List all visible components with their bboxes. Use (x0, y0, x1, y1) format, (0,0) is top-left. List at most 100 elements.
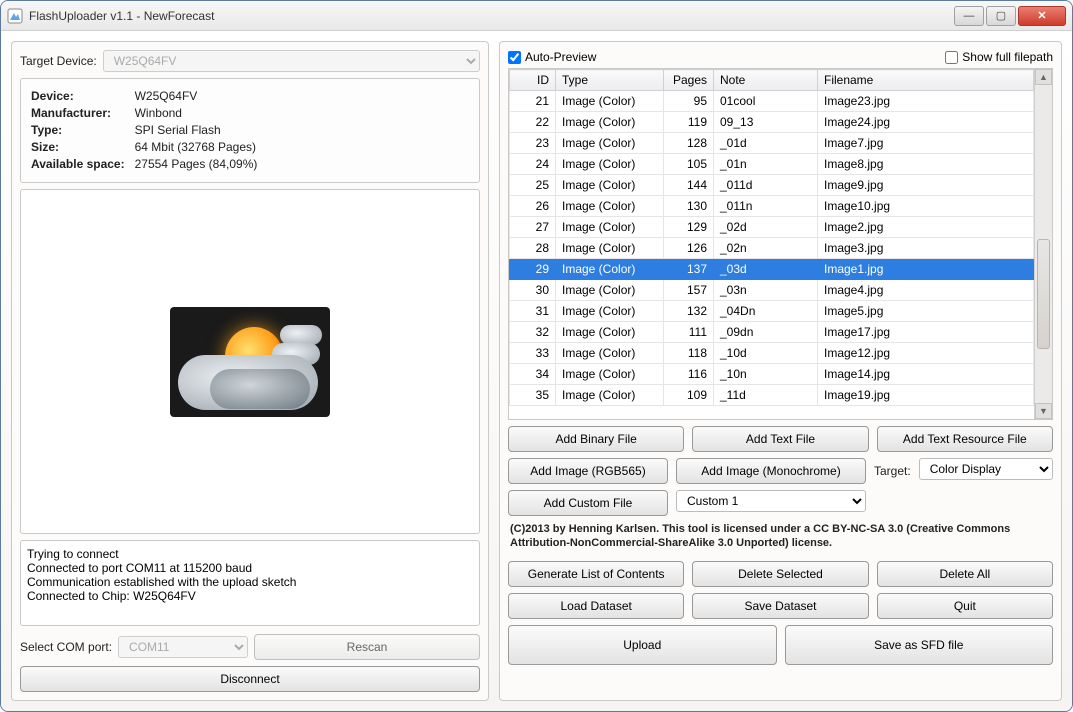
devinfo-device-label: Device: (31, 89, 133, 104)
rescan-button[interactable]: Rescan (254, 634, 480, 660)
delete-all-button[interactable]: Delete All (877, 561, 1053, 587)
col-pages[interactable]: Pages (664, 70, 714, 91)
col-type[interactable]: Type (556, 70, 664, 91)
cell-filename: Image14.jpg (818, 364, 1034, 385)
cell-pages: 130 (664, 196, 714, 217)
quit-button[interactable]: Quit (877, 593, 1053, 619)
cell-pages: 105 (664, 154, 714, 175)
window-title: FlashUploader v1.1 - NewForecast (29, 9, 954, 23)
cell-type: Image (Color) (556, 175, 664, 196)
delete-selected-button[interactable]: Delete Selected (692, 561, 868, 587)
table-row[interactable]: 27Image (Color)129_02dImage2.jpg (510, 217, 1034, 238)
cell-note: _02d (714, 217, 818, 238)
add-image-mono-button[interactable]: Add Image (Monochrome) (676, 458, 866, 484)
cell-type: Image (Color) (556, 343, 664, 364)
table-row[interactable]: 21Image (Color)9501coolImage23.jpg (510, 91, 1034, 112)
table-row[interactable]: 26Image (Color)130_011nImage10.jpg (510, 196, 1034, 217)
cell-note: _011d (714, 175, 818, 196)
cell-id: 21 (510, 91, 556, 112)
cell-type: Image (Color) (556, 385, 664, 406)
cell-id: 34 (510, 364, 556, 385)
cell-note: _03d (714, 259, 818, 280)
auto-preview-input[interactable] (508, 51, 521, 64)
add-binary-button[interactable]: Add Binary File (508, 426, 684, 452)
cell-type: Image (Color) (556, 322, 664, 343)
cell-type: Image (Color) (556, 154, 664, 175)
cell-pages: 128 (664, 133, 714, 154)
device-info-box: Device:W25Q64FV Manufacturer:Winbond Typ… (20, 78, 480, 183)
table-row[interactable]: 28Image (Color)126_02nImage3.jpg (510, 238, 1034, 259)
upload-button[interactable]: Upload (508, 625, 777, 665)
cell-filename: Image10.jpg (818, 196, 1034, 217)
add-custom-button[interactable]: Add Custom File (508, 490, 668, 516)
cell-note: _11d (714, 385, 818, 406)
devinfo-type-value: SPI Serial Flash (135, 123, 266, 138)
cell-pages: 118 (664, 343, 714, 364)
file-table-wrap: ID Type Pages Note Filename 21Image (Col… (508, 68, 1053, 420)
devinfo-size-label: Size: (31, 140, 133, 155)
table-row[interactable]: 24Image (Color)105_01nImage8.jpg (510, 154, 1034, 175)
load-dataset-button[interactable]: Load Dataset (508, 593, 684, 619)
disconnect-button[interactable]: Disconnect (20, 666, 480, 692)
save-dataset-button[interactable]: Save Dataset (692, 593, 868, 619)
cell-note: _011n (714, 196, 818, 217)
cell-type: Image (Color) (556, 112, 664, 133)
add-image-rgb-button[interactable]: Add Image (RGB565) (508, 458, 668, 484)
scroll-thumb[interactable] (1037, 239, 1050, 349)
cell-pages: 129 (664, 217, 714, 238)
target-label: Target: (874, 464, 911, 478)
cell-type: Image (Color) (556, 259, 664, 280)
table-scrollbar[interactable]: ▲ ▼ (1034, 69, 1052, 419)
custom-select[interactable]: Custom 1 (676, 490, 866, 512)
cell-id: 35 (510, 385, 556, 406)
table-row[interactable]: 25Image (Color)144_011dImage9.jpg (510, 175, 1034, 196)
target-device-select: W25Q64FV (103, 50, 480, 72)
add-text-resource-button[interactable]: Add Text Resource File (877, 426, 1053, 452)
cell-type: Image (Color) (556, 133, 664, 154)
maximize-button[interactable]: ▢ (986, 6, 1016, 26)
target-device-label: Target Device: (20, 54, 97, 68)
col-note[interactable]: Note (714, 70, 818, 91)
cell-note: _10d (714, 343, 818, 364)
col-filename[interactable]: Filename (818, 70, 1034, 91)
minimize-button[interactable]: — (954, 6, 984, 26)
table-row[interactable]: 30Image (Color)157_03nImage4.jpg (510, 280, 1034, 301)
cell-id: 23 (510, 133, 556, 154)
file-table[interactable]: ID Type Pages Note Filename 21Image (Col… (509, 69, 1034, 406)
cell-type: Image (Color) (556, 238, 664, 259)
app-window: FlashUploader v1.1 - NewForecast — ▢ ✕ T… (0, 0, 1073, 712)
auto-preview-checkbox[interactable]: Auto-Preview (508, 50, 596, 64)
table-row[interactable]: 22Image (Color)11909_13Image24.jpg (510, 112, 1034, 133)
cell-filename: Image1.jpg (818, 259, 1034, 280)
table-row[interactable]: 32Image (Color)111_09dnImage17.jpg (510, 322, 1034, 343)
target-select[interactable]: Color Display (919, 458, 1053, 480)
add-text-button[interactable]: Add Text File (692, 426, 868, 452)
show-full-filepath-checkbox[interactable]: Show full filepath (945, 50, 1053, 64)
table-row[interactable]: 34Image (Color)116_10nImage14.jpg (510, 364, 1034, 385)
cell-note: 01cool (714, 91, 818, 112)
devinfo-avail-label: Available space: (31, 157, 133, 172)
devinfo-manufacturer-value: Winbond (135, 106, 266, 121)
cell-filename: Image23.jpg (818, 91, 1034, 112)
cell-pages: 126 (664, 238, 714, 259)
cell-note: _10n (714, 364, 818, 385)
save-sfd-button[interactable]: Save as SFD file (785, 625, 1054, 665)
table-row[interactable]: 29Image (Color)137_03dImage1.jpg (510, 259, 1034, 280)
table-row[interactable]: 23Image (Color)128_01dImage7.jpg (510, 133, 1034, 154)
scroll-down-icon[interactable]: ▼ (1035, 403, 1052, 419)
table-row[interactable]: 35Image (Color)109_11dImage19.jpg (510, 385, 1034, 406)
cell-id: 33 (510, 343, 556, 364)
generate-list-button[interactable]: Generate List of Contents (508, 561, 684, 587)
close-button[interactable]: ✕ (1018, 6, 1066, 26)
show-full-filepath-input[interactable] (945, 51, 958, 64)
table-row[interactable]: 33Image (Color)118_10dImage12.jpg (510, 343, 1034, 364)
cell-type: Image (Color) (556, 196, 664, 217)
scroll-up-icon[interactable]: ▲ (1035, 69, 1052, 85)
col-id[interactable]: ID (510, 70, 556, 91)
table-row[interactable]: 31Image (Color)132_04DnImage5.jpg (510, 301, 1034, 322)
cell-id: 25 (510, 175, 556, 196)
cell-id: 29 (510, 259, 556, 280)
cell-pages: 116 (664, 364, 714, 385)
cell-type: Image (Color) (556, 364, 664, 385)
cell-type: Image (Color) (556, 91, 664, 112)
